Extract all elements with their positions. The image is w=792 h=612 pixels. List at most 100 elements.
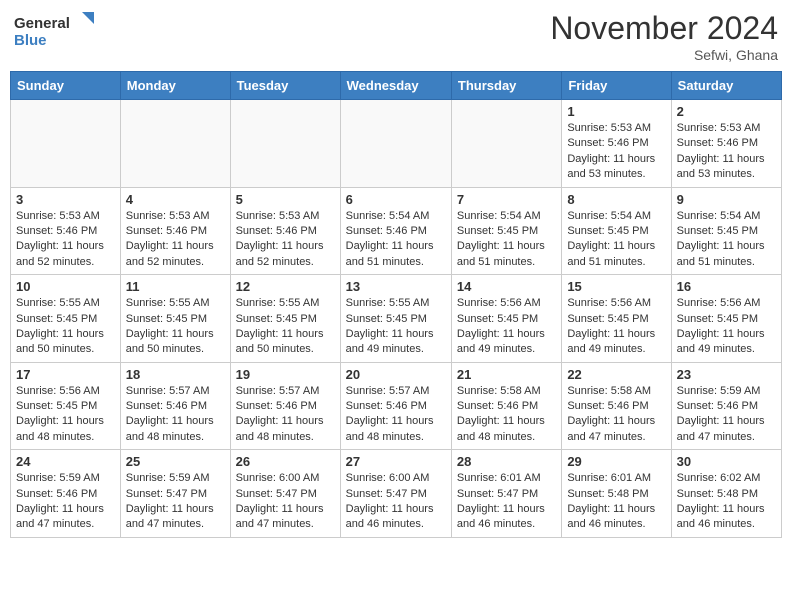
day-number: 6	[346, 192, 446, 207]
day-info: Sunrise: 5:55 AM Sunset: 5:45 PM Dayligh…	[346, 296, 446, 358]
day-number: 5	[236, 192, 335, 207]
weekday-header-tuesday: Tuesday	[230, 72, 340, 100]
calendar-table: SundayMondayTuesdayWednesdayThursdayFrid…	[10, 71, 782, 538]
calendar-cell	[451, 100, 561, 188]
day-number: 26	[236, 454, 335, 469]
calendar-cell: 22 Sunrise: 5:58 AM Sunset: 5:46 PM Dayli…	[562, 362, 671, 450]
day-info: Sunrise: 5:53 AM Sunset: 5:46 PM Dayligh…	[677, 121, 776, 183]
day-info: Sunrise: 5:57 AM Sunset: 5:46 PM Dayligh…	[236, 384, 335, 446]
day-number: 9	[677, 192, 776, 207]
weekday-header-saturday: Saturday	[671, 72, 781, 100]
day-info: Sunrise: 5:54 AM Sunset: 5:45 PM Dayligh…	[457, 209, 556, 271]
day-number: 21	[457, 367, 556, 382]
day-number: 2	[677, 104, 776, 119]
week-row-2: 3 Sunrise: 5:53 AM Sunset: 5:46 PM Daylig…	[11, 187, 782, 275]
calendar-cell: 13Sunrise: 5:55 AM Sunset: 5:45 PM Dayli…	[340, 275, 451, 363]
calendar-cell: 14 Sunrise: 5:56 AM Sunset: 5:45 PM Dayli…	[451, 275, 561, 363]
day-info: Sunrise: 5:55 AM Sunset: 5:45 PM Dayligh…	[236, 296, 335, 358]
day-number: 12	[236, 279, 335, 294]
location: Sefwi, Ghana	[550, 47, 778, 63]
day-info: Sunrise: 5:56 AM Sunset: 5:45 PM Dayligh…	[457, 296, 556, 358]
day-number: 28	[457, 454, 556, 469]
week-row-5: 24 Sunrise: 5:59 AM Sunset: 5:46 PM Dayli…	[11, 450, 782, 538]
calendar-cell	[11, 100, 121, 188]
day-number: 1	[567, 104, 665, 119]
day-number: 16	[677, 279, 776, 294]
day-number: 10	[16, 279, 115, 294]
calendar-cell: 16 Sunrise: 5:56 AM Sunset: 5:45 PM Dayli…	[671, 275, 781, 363]
day-info: Sunrise: 5:58 AM Sunset: 5:46 PM Dayligh…	[567, 384, 665, 446]
day-number: 24	[16, 454, 115, 469]
day-info: Sunrise: 5:53 AM Sunset: 5:46 PM Dayligh…	[126, 209, 225, 271]
day-number: 14	[457, 279, 556, 294]
day-number: 30	[677, 454, 776, 469]
day-info: Sunrise: 5:59 AM Sunset: 5:46 PM Dayligh…	[16, 471, 115, 533]
day-number: 29	[567, 454, 665, 469]
day-info: Sunrise: 5:58 AM Sunset: 5:46 PM Dayligh…	[457, 384, 556, 446]
day-info: Sunrise: 5:55 AM Sunset: 5:45 PM Dayligh…	[16, 296, 115, 358]
day-number: 23	[677, 367, 776, 382]
calendar-cell: 19Sunrise: 5:57 AM Sunset: 5:46 PM Dayli…	[230, 362, 340, 450]
calendar-cell: 9 Sunrise: 5:54 AM Sunset: 5:45 PM Daylig…	[671, 187, 781, 275]
day-info: Sunrise: 6:02 AM Sunset: 5:48 PM Dayligh…	[677, 471, 776, 533]
day-info: Sunrise: 5:57 AM Sunset: 5:46 PM Dayligh…	[346, 384, 446, 446]
day-info: Sunrise: 5:59 AM Sunset: 5:47 PM Dayligh…	[126, 471, 225, 533]
calendar-cell: 2 Sunrise: 5:53 AM Sunset: 5:46 PM Daylig…	[671, 100, 781, 188]
calendar-cell: 3 Sunrise: 5:53 AM Sunset: 5:46 PM Daylig…	[11, 187, 121, 275]
logo: General Blue	[14, 10, 94, 50]
day-number: 3	[16, 192, 115, 207]
day-info: Sunrise: 5:54 AM Sunset: 5:45 PM Dayligh…	[677, 209, 776, 271]
svg-text:Blue: Blue	[14, 32, 47, 49]
day-number: 27	[346, 454, 446, 469]
calendar-cell: 26 Sunrise: 6:00 AM Sunset: 5:47 PM Dayli…	[230, 450, 340, 538]
day-info: Sunrise: 6:01 AM Sunset: 5:47 PM Dayligh…	[457, 471, 556, 533]
day-info: Sunrise: 5:56 AM Sunset: 5:45 PM Dayligh…	[16, 384, 115, 446]
day-number: 20	[346, 367, 446, 382]
calendar-cell	[120, 100, 230, 188]
day-info: Sunrise: 5:54 AM Sunset: 5:46 PM Dayligh…	[346, 209, 446, 271]
weekday-header-friday: Friday	[562, 72, 671, 100]
weekday-header-monday: Monday	[120, 72, 230, 100]
calendar-cell: 17Sunrise: 5:56 AM Sunset: 5:45 PM Dayli…	[11, 362, 121, 450]
day-number: 8	[567, 192, 665, 207]
day-info: Sunrise: 5:57 AM Sunset: 5:46 PM Dayligh…	[126, 384, 225, 446]
svg-text:General: General	[14, 15, 70, 32]
calendar-cell: 11Sunrise: 5:55 AM Sunset: 5:45 PM Dayli…	[120, 275, 230, 363]
day-info: Sunrise: 5:54 AM Sunset: 5:45 PM Dayligh…	[567, 209, 665, 271]
calendar-cell: 18 Sunrise: 5:57 AM Sunset: 5:46 PM Dayli…	[120, 362, 230, 450]
calendar-cell: 5 Sunrise: 5:53 AM Sunset: 5:46 PM Daylig…	[230, 187, 340, 275]
week-row-3: 10 Sunrise: 5:55 AM Sunset: 5:45 PM Dayli…	[11, 275, 782, 363]
calendar-cell: 12 Sunrise: 5:55 AM Sunset: 5:45 PM Dayli…	[230, 275, 340, 363]
calendar-cell: 20 Sunrise: 5:57 AM Sunset: 5:46 PM Dayli…	[340, 362, 451, 450]
weekday-header-row: SundayMondayTuesdayWednesdayThursdayFrid…	[11, 72, 782, 100]
calendar-cell: 30 Sunrise: 6:02 AM Sunset: 5:48 PM Dayli…	[671, 450, 781, 538]
calendar-cell: 23 Sunrise: 5:59 AM Sunset: 5:46 PM Dayli…	[671, 362, 781, 450]
calendar-cell	[340, 100, 451, 188]
day-info: Sunrise: 5:56 AM Sunset: 5:45 PM Dayligh…	[567, 296, 665, 358]
calendar-cell: 8 Sunrise: 5:54 AM Sunset: 5:45 PM Daylig…	[562, 187, 671, 275]
day-info: Sunrise: 5:56 AM Sunset: 5:45 PM Dayligh…	[677, 296, 776, 358]
week-row-1: 1 Sunrise: 5:53 AM Sunset: 5:46 PM Daylig…	[11, 100, 782, 188]
day-number: 25	[126, 454, 225, 469]
calendar-cell: 25 Sunrise: 5:59 AM Sunset: 5:47 PM Dayli…	[120, 450, 230, 538]
page-header: General Blue November 2024 Sefwi, Ghana	[10, 10, 782, 63]
day-number: 7	[457, 192, 556, 207]
day-number: 18	[126, 367, 225, 382]
day-info: Sunrise: 6:00 AM Sunset: 5:47 PM Dayligh…	[236, 471, 335, 533]
calendar-cell: 28 Sunrise: 6:01 AM Sunset: 5:47 PM Dayli…	[451, 450, 561, 538]
calendar-cell	[230, 100, 340, 188]
day-number: 22	[567, 367, 665, 382]
day-number: 11	[126, 279, 225, 294]
day-info: Sunrise: 6:01 AM Sunset: 5:48 PM Dayligh…	[567, 471, 665, 533]
day-info: Sunrise: 5:53 AM Sunset: 5:46 PM Dayligh…	[16, 209, 115, 271]
calendar-cell: 29 Sunrise: 6:01 AM Sunset: 5:48 PM Dayli…	[562, 450, 671, 538]
calendar-cell: 24 Sunrise: 5:59 AM Sunset: 5:46 PM Dayli…	[11, 450, 121, 538]
day-number: 4	[126, 192, 225, 207]
calendar-cell: 4 Sunrise: 5:53 AM Sunset: 5:46 PM Daylig…	[120, 187, 230, 275]
day-info: Sunrise: 5:59 AM Sunset: 5:46 PM Dayligh…	[677, 384, 776, 446]
week-row-4: 17Sunrise: 5:56 AM Sunset: 5:45 PM Dayli…	[11, 362, 782, 450]
day-info: Sunrise: 5:53 AM Sunset: 5:46 PM Dayligh…	[236, 209, 335, 271]
calendar-cell: 1Sunrise: 5:53 AM Sunset: 5:46 PM Daylig…	[562, 100, 671, 188]
calendar-cell: 7 Sunrise: 5:54 AM Sunset: 5:45 PM Daylig…	[451, 187, 561, 275]
weekday-header-wednesday: Wednesday	[340, 72, 451, 100]
